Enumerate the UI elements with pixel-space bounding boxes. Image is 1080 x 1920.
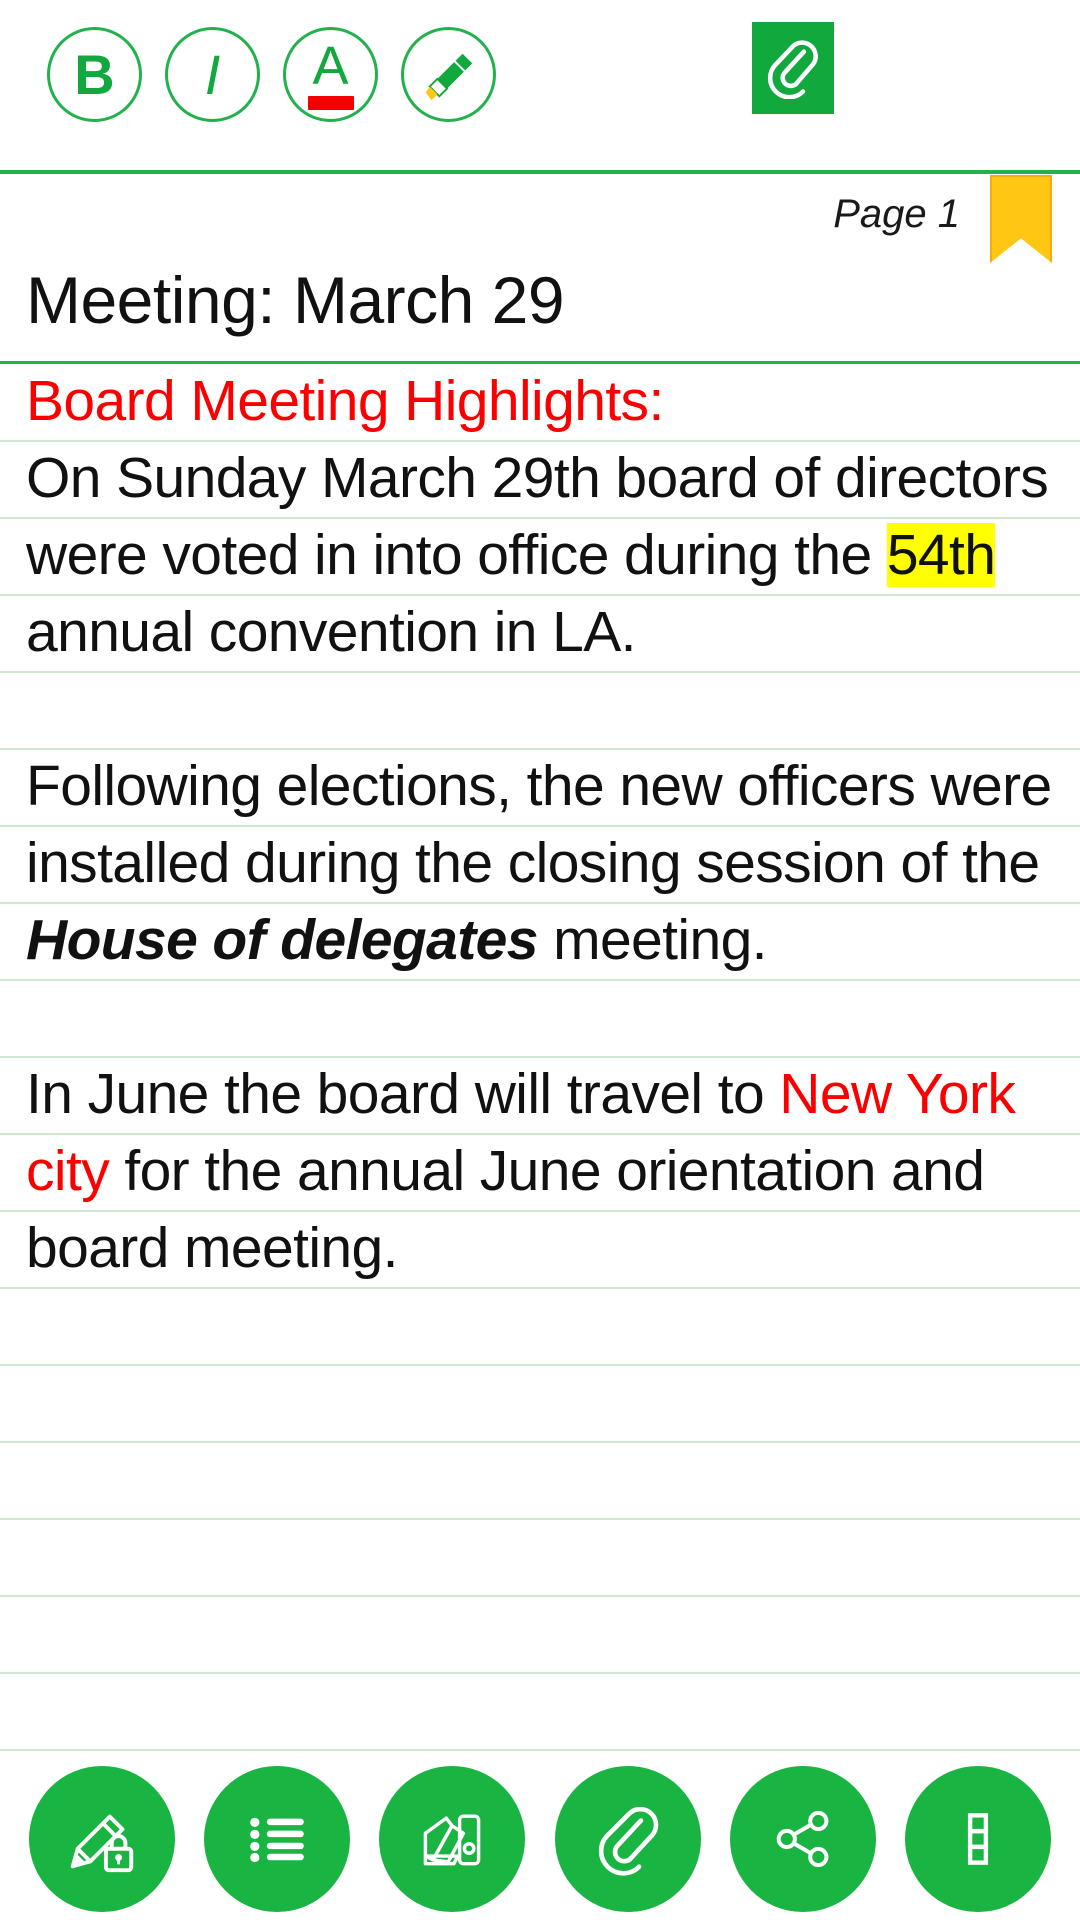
note-body-text[interactable]: Board Meeting Highlights: On Sunday March…	[26, 365, 1056, 1287]
bold-label: B	[74, 42, 115, 106]
paperclip-icon	[764, 37, 822, 99]
more-options-button[interactable]	[905, 1765, 1052, 1912]
text-run: In June the board will travel to	[26, 1062, 780, 1126]
text-color-label: A	[312, 36, 349, 96]
italic-label: I	[204, 42, 221, 106]
highlighter-marker-icon	[418, 44, 480, 106]
note-paragraph: In June the board will travel to New Yor…	[26, 1056, 1056, 1287]
italic-button[interactable]: I	[165, 27, 260, 122]
color-palette-icon	[414, 1801, 490, 1877]
text-run: annual convention in LA.	[26, 600, 637, 664]
note-paragraph: Board Meeting Highlights: On Sunday March…	[26, 365, 1056, 671]
note-editor-screen: B I A Page 1 Meeting: March 29 Board Mee…	[0, 0, 1080, 1920]
share-icon	[767, 1803, 839, 1875]
colored-text-run: Board Meeting Highlights:	[26, 369, 664, 433]
paperclip-icon	[591, 1802, 665, 1876]
color-swatch-underline	[307, 96, 354, 110]
bookmark-ribbon-icon[interactable]	[990, 175, 1052, 263]
note-title[interactable]: Meeting: March 29	[26, 262, 565, 338]
page-indicator: Page 1	[833, 192, 960, 236]
lock-note-button[interactable]	[28, 1765, 175, 1912]
note-paragraph: Following elections, the new officers we…	[26, 748, 1056, 979]
italic-text-run: House of delegates	[26, 908, 538, 972]
format-toolbar: B I A	[0, 0, 1080, 174]
bottom-action-bar	[0, 1757, 1080, 1920]
highlighted-text-run: 54th	[886, 523, 996, 587]
highlighter-button[interactable]	[401, 27, 496, 122]
lock-note-icon	[63, 1800, 141, 1878]
text-run: Following elections, the new officers we…	[26, 754, 1052, 895]
note-paper: Board Meeting Highlights: On Sunday March…	[0, 365, 1080, 1757]
text-run: meeting.	[537, 908, 767, 972]
checklist-button[interactable]	[203, 1765, 350, 1912]
note-title-container: Meeting: March 29	[0, 263, 1080, 364]
attach-button[interactable]	[554, 1765, 701, 1912]
more-options-icon	[943, 1804, 1013, 1874]
attach-file-button[interactable]	[752, 22, 834, 114]
text-color-button[interactable]: A	[283, 27, 378, 122]
bold-button[interactable]: B	[47, 27, 142, 122]
text-color-inner: A	[307, 36, 354, 110]
color-palette-button[interactable]	[379, 1765, 526, 1912]
share-button[interactable]	[729, 1765, 876, 1912]
text-run: for the annual June orientation and boar…	[26, 1139, 985, 1280]
checklist-icon	[240, 1802, 314, 1876]
